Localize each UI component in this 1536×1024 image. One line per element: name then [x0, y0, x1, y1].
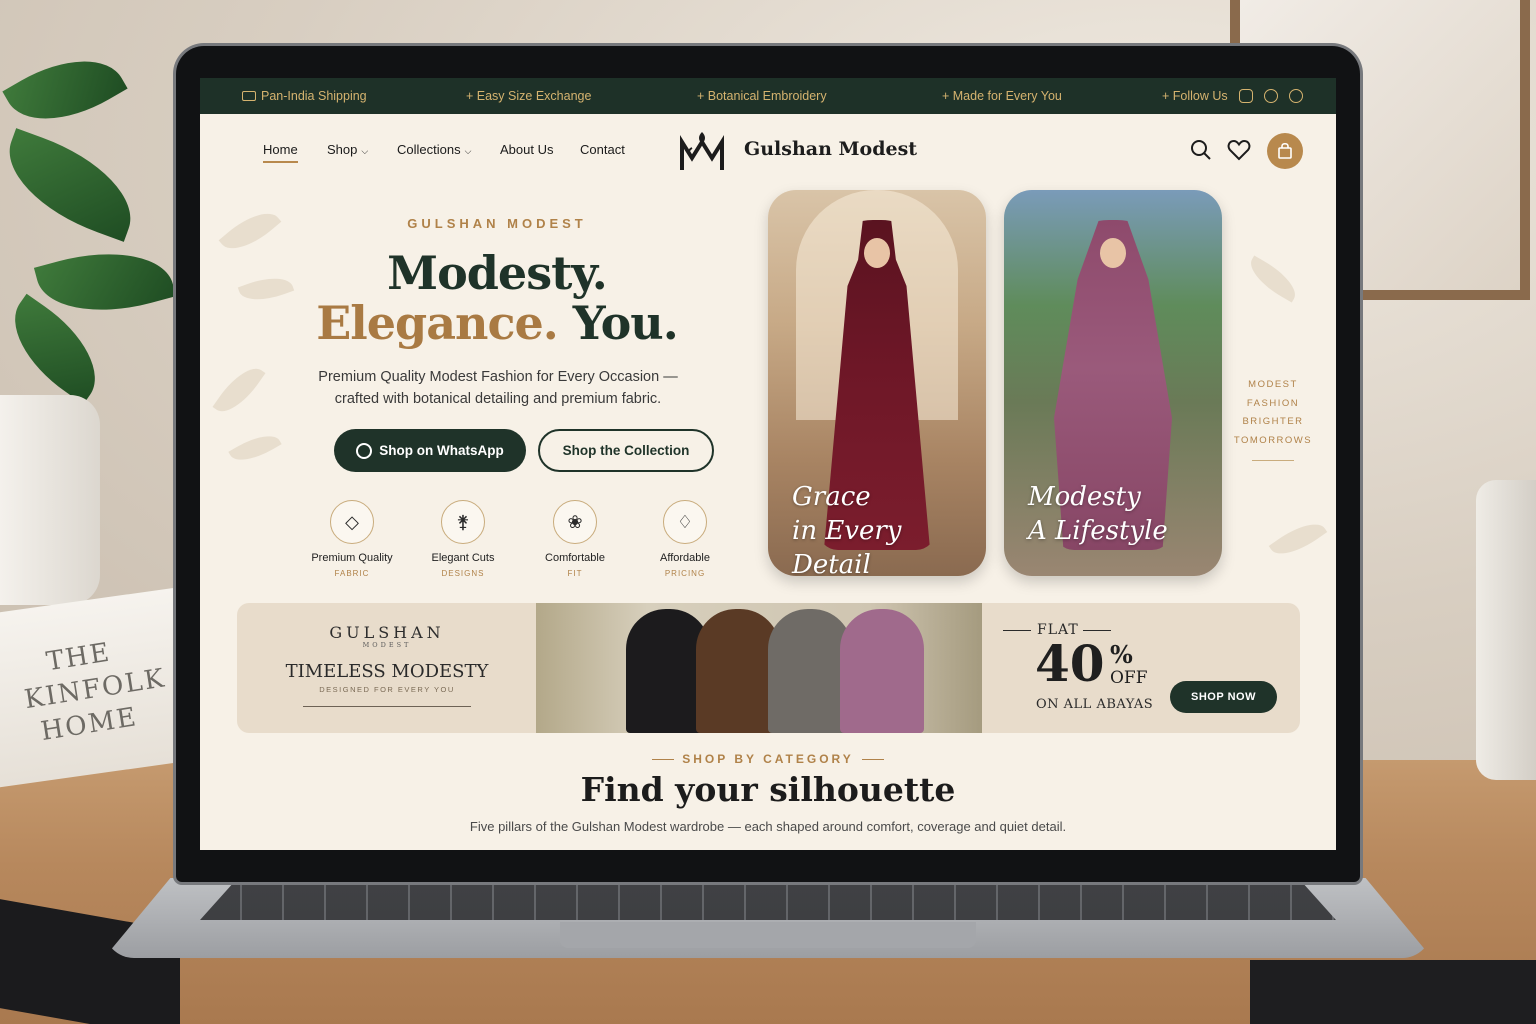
made-for-notice: + Made for Every You [942, 89, 1062, 103]
divider [1003, 630, 1031, 631]
chevron-down-icon: ⌵ [361, 146, 369, 156]
botanical-leaf-decoration [1268, 513, 1328, 565]
model-face [864, 238, 890, 268]
facebook-icon[interactable] [1263, 89, 1278, 103]
cart-button[interactable] [1267, 133, 1303, 169]
percent-sign: % [1110, 640, 1133, 669]
side-tagline: MODEST FASHION BRIGHTER TOMORROWS [1233, 379, 1313, 446]
hero-card-grace[interactable]: Grace in Every Detail [768, 190, 986, 576]
dress-form-icon: ⚵ [441, 500, 485, 544]
tag-icon: ♢ [663, 500, 707, 544]
nav-contact[interactable]: Contact [580, 142, 625, 157]
plant-pot [0, 395, 100, 605]
nav-collections[interactable]: Collections ⌵ [397, 142, 471, 157]
embroidery-notice: + Botanical Embroidery [697, 89, 827, 103]
category-title: Find your silhouette [580, 770, 956, 809]
card-caption: Modesty A Lifestyle [1028, 482, 1168, 546]
truck-icon [242, 91, 256, 101]
model-mauve-abaya [840, 609, 924, 733]
hero-card-lifestyle[interactable]: Modesty A Lifestyle [1004, 190, 1222, 576]
shopping-bag-icon [1278, 142, 1292, 159]
banner-small-text: DESIGNED FOR EVERY YOU [319, 685, 455, 694]
feature-affordable: ♢ Affordable PRICING [630, 500, 740, 578]
main-nav: Home Shop ⌵ Collections ⌵ About Us Contact… [200, 114, 1336, 188]
brand-name[interactable]: Gulshan Modest [744, 138, 917, 160]
botanical-leaf-decoration [228, 426, 282, 470]
trackpad [560, 922, 976, 948]
botanical-leaf-decoration [1243, 255, 1303, 303]
notebook [1250, 960, 1536, 1024]
hero-eyebrow: GULSHAN MODEST [407, 216, 587, 231]
diamond-icon: ◇ [330, 500, 374, 544]
shop-now-button[interactable]: SHOP NOW [1170, 681, 1277, 713]
hero-heading-line2: Elegance. You. [316, 296, 679, 350]
category-eyebrow: SHOP BY CATEGORY [200, 752, 1336, 766]
feature-elegant-cuts: ⚵ Elegant Cuts DESIGNS [408, 500, 518, 578]
feature-premium-quality: ◇ Premium Quality FABRIC [297, 500, 407, 578]
shipping-notice: Pan-India Shipping [242, 89, 367, 103]
nav-shop[interactable]: Shop ⌵ [327, 142, 368, 157]
pinterest-icon[interactable] [1288, 89, 1303, 103]
feature-comfortable: ❀ Comfortable FIT [520, 500, 630, 578]
discount-off: OFF [1110, 668, 1148, 688]
website-screen: Pan-India Shipping + Easy Size Exchange … [200, 78, 1336, 850]
divider [1252, 460, 1294, 461]
discount-value: 40 [1035, 634, 1105, 693]
botanical-leaf-decoration [212, 359, 266, 421]
banner-brand-sub: MODEST [362, 641, 412, 649]
exchange-notice: + Easy Size Exchange [466, 89, 592, 103]
divider [652, 759, 675, 761]
shop-collection-button[interactable]: Shop the Collection [538, 429, 714, 472]
shop-whatsapp-button[interactable]: Shop on WhatsApp [334, 429, 526, 472]
promo-banner[interactable]: GULSHAN MODEST TIMELESS MODESTY DESIGNED… [237, 603, 1300, 733]
search-icon[interactable] [1187, 136, 1215, 164]
book-title: THE KINFOLK HOME [22, 637, 168, 748]
category-subtitle: Five pillars of the Gulshan Modest wardr… [469, 819, 1067, 834]
hero-heading-line1: Modesty. [387, 246, 608, 300]
divider [303, 706, 471, 707]
card-caption: Grace in Every Detail [792, 482, 902, 576]
leaf-icon: ❀ [553, 500, 597, 544]
follow-us: + Follow Us [1162, 89, 1303, 103]
pen-cup [1476, 480, 1536, 780]
botanical-leaf-decoration [218, 201, 282, 261]
announcement-bar: Pan-India Shipping + Easy Size Exchange … [200, 78, 1336, 114]
brand-logo-icon[interactable] [678, 128, 726, 174]
banner-brand: GULSHAN [329, 623, 445, 642]
nav-home[interactable]: Home [263, 142, 298, 163]
discount-scope: ON ALL ABAYAS [1036, 697, 1154, 712]
divider [1083, 630, 1111, 631]
heart-icon[interactable] [1225, 136, 1253, 164]
banner-title: TIMELESS MODESTY [285, 661, 489, 682]
banner-photo [536, 603, 982, 733]
whatsapp-icon [356, 442, 373, 459]
keyboard [200, 882, 1336, 920]
model-face [1100, 238, 1126, 268]
nav-about[interactable]: About Us [500, 142, 553, 157]
hero-subtitle: Premium Quality Modest Fashion for Every… [318, 369, 678, 407]
instagram-icon[interactable] [1238, 89, 1253, 103]
divider [861, 759, 884, 761]
chevron-down-icon: ⌵ [464, 146, 472, 156]
